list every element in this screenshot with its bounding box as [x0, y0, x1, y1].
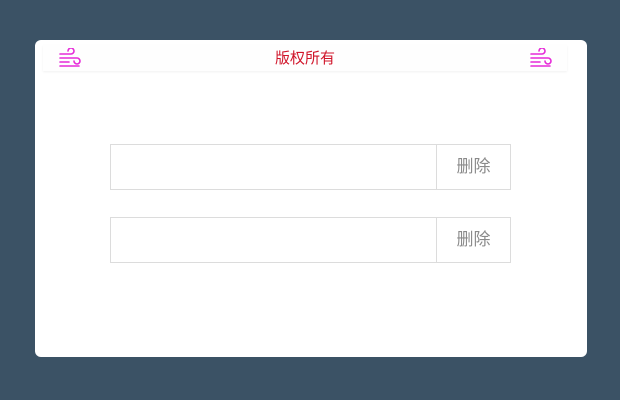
text-input[interactable] — [111, 145, 436, 189]
delete-button[interactable]: 删除 — [436, 145, 510, 189]
input-row: 删除 — [110, 217, 511, 263]
card-header: 版权所有 — [43, 45, 567, 71]
text-input[interactable] — [111, 218, 436, 262]
main-card: 版权所有 删除 删除 — [35, 40, 587, 357]
wind-icon — [528, 48, 554, 70]
header-title: 版权所有 — [274, 49, 335, 67]
delete-button[interactable]: 删除 — [436, 218, 510, 262]
input-row: 删除 — [110, 144, 511, 190]
